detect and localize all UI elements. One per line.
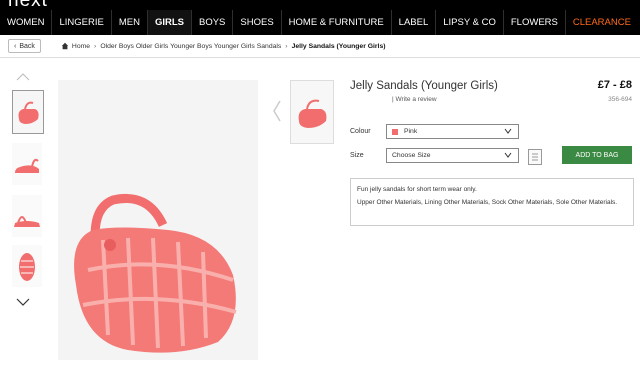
breadcrumb-separator: ›	[94, 42, 97, 50]
thumbnail-3[interactable]	[12, 195, 42, 237]
product-code: 356-694	[608, 96, 632, 103]
home-icon[interactable]	[61, 42, 69, 50]
colour-label: Colour	[350, 128, 371, 135]
sandal-image	[58, 80, 258, 360]
product-description: Fun jelly sandals for short term wear on…	[350, 178, 634, 226]
nav-item-lingerie[interactable]: LINGERIE	[52, 10, 112, 35]
breadcrumb-home[interactable]: Home	[72, 43, 90, 50]
thumbnail-2[interactable]	[12, 143, 42, 185]
nav-item-label[interactable]: LABEL	[392, 10, 437, 35]
nav-item-girls[interactable]: GIRLS	[147, 10, 192, 35]
back-label: Back	[19, 42, 35, 50]
thumbnail-1[interactable]	[12, 90, 44, 134]
top-bar: next	[0, 0, 640, 10]
size-guide-icon[interactable]	[528, 149, 542, 165]
colour-swatch	[392, 128, 398, 135]
nav-item-women[interactable]: WOMEN	[0, 10, 53, 35]
chevron-down-icon	[504, 152, 512, 158]
nav-item-lipsy[interactable]: LIPSY & CO	[436, 10, 504, 35]
main-product-image[interactable]	[58, 80, 258, 360]
breadcrumb: ‹ Back Home › Older Boys Older Girls You…	[0, 35, 640, 58]
chevron-down-icon[interactable]	[16, 298, 30, 306]
nav-item-boys[interactable]: BOYS	[192, 10, 234, 35]
product-title: Jelly Sandals (Younger Girls)	[350, 80, 498, 92]
nav-item-home-furniture[interactable]: HOME & FURNITURE	[282, 10, 392, 35]
chevron-left-icon[interactable]	[272, 100, 282, 122]
write-review-link[interactable]: | Write a review	[392, 96, 437, 103]
chevron-up-icon[interactable]	[16, 73, 30, 81]
add-to-bag-button[interactable]: ADD TO BAG	[562, 146, 632, 164]
alternate-image[interactable]	[290, 80, 334, 144]
breadcrumb-path[interactable]: Older Boys Older Girls Younger Boys Youn…	[100, 43, 281, 50]
colour-select[interactable]: Pink	[386, 124, 519, 139]
next-logo[interactable]: next	[8, 0, 48, 10]
size-select[interactable]: Choose Size	[386, 148, 519, 163]
description-text: Fun jelly sandals for short term wear on…	[357, 186, 477, 193]
size-label: Size	[350, 152, 364, 159]
nav-item-shoes[interactable]: SHOES	[233, 10, 282, 35]
thumbnail-4[interactable]	[12, 245, 42, 287]
size-value: Choose Size	[392, 152, 431, 159]
main-nav: WOMEN LINGERIE MEN GIRLS BOYS SHOES HOME…	[0, 10, 640, 35]
chevron-down-icon	[504, 128, 512, 134]
chevron-left-icon: ‹	[14, 42, 17, 50]
materials-text: Upper Other Materials, Lining Other Mate…	[357, 199, 618, 206]
product-price: £7 - £8	[597, 79, 632, 91]
colour-value: Pink	[404, 128, 418, 135]
back-button[interactable]: ‹ Back	[8, 39, 41, 53]
breadcrumb-separator: ›	[285, 42, 288, 50]
nav-item-flowers[interactable]: FLOWERS	[504, 10, 566, 35]
breadcrumb-current: Jelly Sandals (Younger Girls)	[291, 42, 386, 50]
nav-item-men[interactable]: MEN	[112, 10, 148, 35]
write-review-label: Write a review	[395, 96, 437, 103]
nav-item-clearance[interactable]: CLEARANCE	[566, 10, 638, 35]
